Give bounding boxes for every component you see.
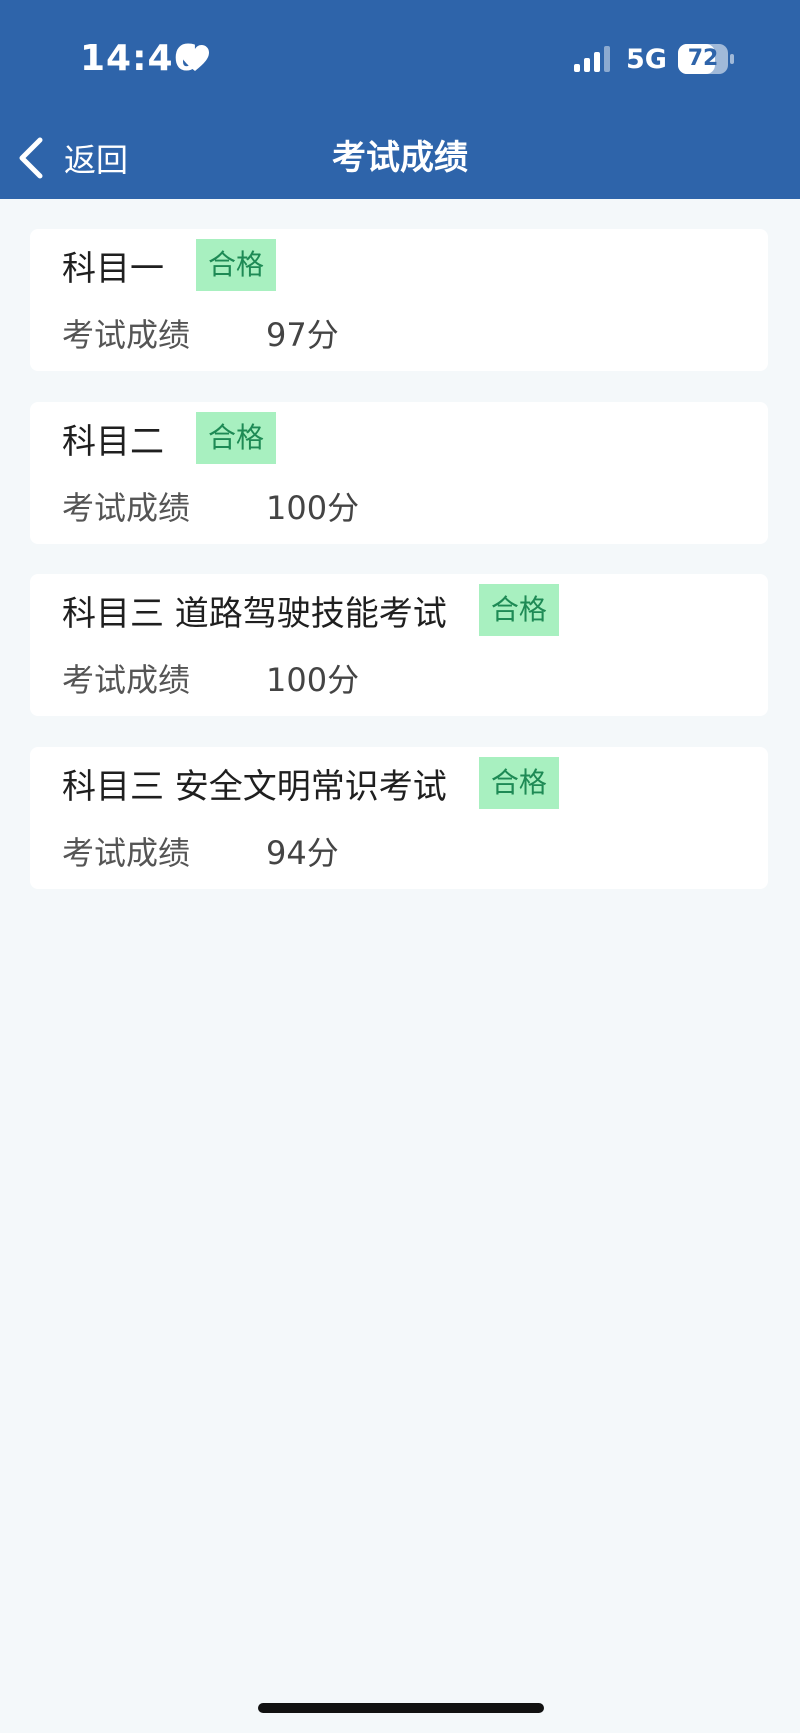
network-type: 5G [626, 44, 667, 75]
score-row: 考试成绩 100分 [62, 656, 359, 700]
heart-icon [181, 45, 209, 71]
result-card-subject-2: 科目二 合格 考试成绩 100分 [30, 402, 768, 544]
subject-name: 科目三 道路驾驶技能考试 [62, 593, 447, 634]
score-label: 考试成绩 [62, 661, 191, 699]
card-head: 科目二 合格 [62, 412, 277, 464]
score-label: 考试成绩 [62, 834, 191, 872]
status-badge: 合格 [478, 757, 559, 809]
subject-name: 科目二 [62, 421, 164, 462]
score-label: 考试成绩 [62, 316, 191, 354]
result-card-subject-3-driving: 科目三 道路驾驶技能考试 合格 考试成绩 100分 [30, 574, 768, 716]
status-badge: 合格 [196, 239, 277, 291]
signal-icon [574, 46, 610, 72]
status-badge: 合格 [196, 412, 277, 464]
score-value: 94分 [266, 834, 339, 872]
page-title: 考试成绩 [332, 138, 468, 178]
card-head: 科目三 道路驾驶技能考试 合格 [62, 584, 559, 636]
card-head: 科目一 合格 [62, 239, 277, 291]
score-value: 100分 [266, 489, 360, 527]
score-row: 考试成绩 97分 [62, 311, 339, 355]
score-row: 考试成绩 100分 [62, 484, 359, 528]
score-row: 考试成绩 94分 [62, 829, 339, 873]
status-bar: 14:46 5G 72 [0, 0, 800, 120]
card-head: 科目三 安全文明常识考试 合格 [62, 757, 559, 809]
home-indicator[interactable] [258, 1703, 544, 1713]
app-header: 14:46 5G 72 返回 考试成绩 [0, 0, 800, 199]
nav-bar: 返回 考试成绩 [0, 120, 800, 199]
score-value: 100分 [266, 661, 360, 699]
score-label: 考试成绩 [62, 489, 191, 527]
score-value: 97分 [266, 316, 339, 354]
result-card-subject-3-safety: 科目三 安全文明常识考试 合格 考试成绩 94分 [30, 747, 768, 889]
result-card-subject-1: 科目一 合格 考试成绩 97分 [30, 229, 768, 371]
subject-name: 科目三 安全文明常识考试 [62, 766, 447, 807]
status-badge: 合格 [478, 584, 559, 636]
subject-name: 科目一 [62, 248, 164, 289]
battery-level: 72 [687, 46, 719, 71]
